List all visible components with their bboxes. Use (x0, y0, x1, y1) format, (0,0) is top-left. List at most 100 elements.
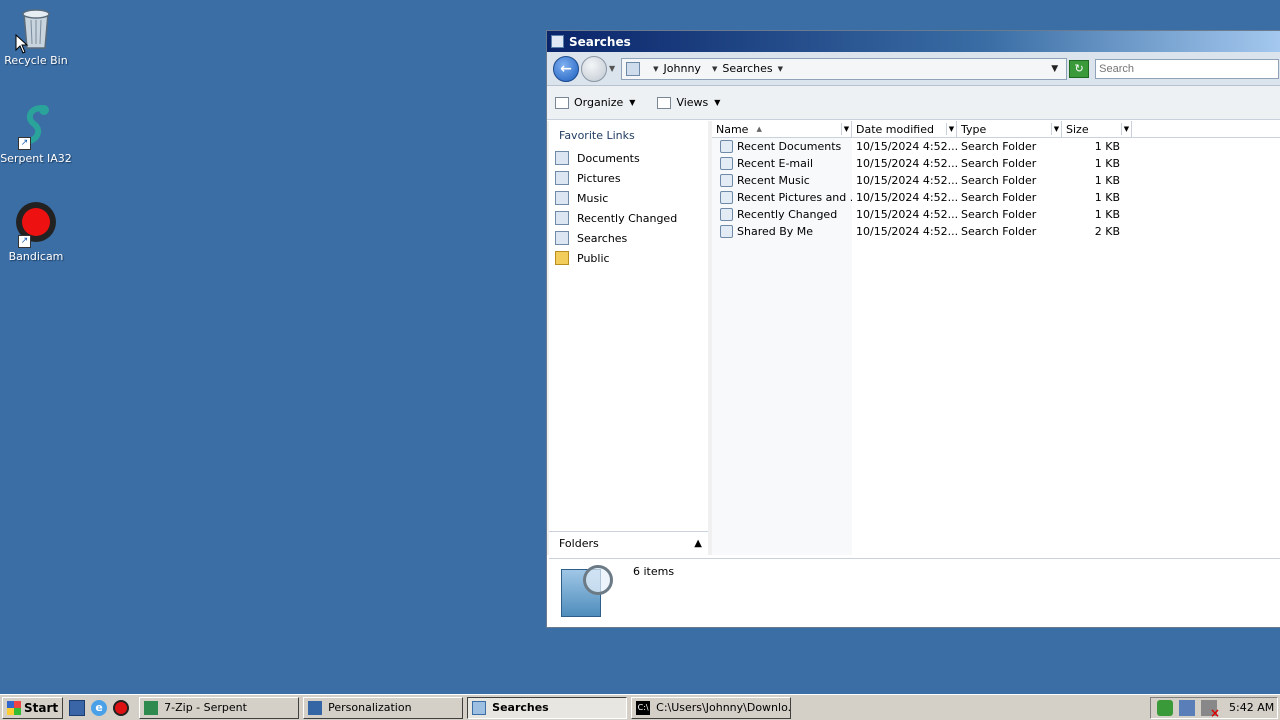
shortcut-arrow-icon: ↗ (18, 235, 31, 248)
title-bar[interactable]: Searches (547, 31, 1280, 52)
favorite-links-heading: Favorite Links (559, 129, 635, 142)
search-folder-icon (720, 157, 733, 170)
address-bar-row: ← ▼ ▼ Johnny ▼ Searches ▼ ▼ ↻ (547, 52, 1280, 86)
column-filter-dropdown[interactable]: ▼ (841, 123, 851, 135)
table-row[interactable]: Recent E-mail 10/15/2024 4:52... Search Fo… (712, 155, 1280, 172)
desktop-icon-label: Bandicam (8, 250, 64, 263)
column-filter-dropdown[interactable]: ▼ (1051, 123, 1061, 135)
system-tray: 5:42 AM (1150, 696, 1278, 720)
window-body: Favorite Links Documents Pictures Music … (547, 121, 1280, 555)
size-cell: 1 KB (1094, 140, 1120, 153)
desktop-icon-label: Serpent IA32 (0, 152, 72, 165)
internet-explorer-icon[interactable]: e (91, 699, 108, 716)
nav-item-pictures[interactable]: Pictures (549, 168, 708, 188)
item-count: 6 items (633, 565, 675, 578)
table-row[interactable]: Recently Changed 10/15/2024 4:52... Search… (712, 206, 1280, 223)
search-folder-icon (720, 140, 733, 153)
personalization-icon (308, 700, 323, 715)
taskbar-button-searches[interactable]: Searches (467, 696, 628, 719)
date-modified-cell: 10/15/2024 4:52... (856, 140, 957, 153)
nav-item-public[interactable]: Public (549, 248, 708, 268)
search-folder-icon (720, 225, 733, 238)
type-cell: Search Folder (961, 208, 1037, 221)
file-name: Recent Pictures and ... (737, 191, 852, 204)
taskbar-button-personalization[interactable]: Personalization (303, 696, 464, 719)
address-bar[interactable]: ▼ Johnny ▼ Searches ▼ ▼ (621, 57, 1068, 80)
nav-item-label: Searches (577, 231, 628, 245)
column-filter-dropdown[interactable]: ▼ (1121, 123, 1131, 135)
start-button[interactable]: Start (2, 696, 64, 719)
breadcrumb-johnny[interactable]: ▼ Johnny (648, 62, 701, 75)
serpent-icon (144, 700, 159, 715)
file-name: Recently Changed (737, 208, 838, 221)
file-list: Name ▲ ▼ Date modified ▼ Type ▼ Size ▼ R… (712, 121, 1280, 555)
column-header-type[interactable]: Type ▼ (957, 121, 1062, 137)
forward-button[interactable] (581, 55, 607, 82)
type-cell: Search Folder (961, 174, 1037, 187)
documents-icon (555, 151, 569, 165)
windows-flag-icon (7, 700, 21, 715)
views-button[interactable]: Views ▼ (657, 96, 720, 109)
taskbar-button-cmd[interactable]: C:\ C:\Users\Johnny\Downlo... (631, 696, 792, 719)
desktop-icon-label: Recycle Bin (4, 54, 68, 67)
back-button[interactable]: ← (553, 55, 579, 82)
start-label: Start (24, 700, 59, 715)
table-row[interactable]: Recent Documents 10/15/2024 4:52... Search… (712, 138, 1280, 155)
searches-icon (555, 231, 569, 245)
desktop-icon-serpent[interactable]: ↗ Serpent IA32 (0, 102, 74, 165)
serpent-icon: ↗ (12, 102, 60, 150)
file-name: Shared By Me (737, 225, 814, 238)
file-name-cell: Shared By Me (712, 225, 852, 238)
refresh-button[interactable]: ↻ (1069, 59, 1090, 78)
taskbar-button-7zip[interactable]: 7-Zip - Serpent (139, 696, 300, 719)
table-row[interactable]: Shared By Me 10/15/2024 4:52... Search Fol… (712, 223, 1280, 240)
nav-item-recently-changed[interactable]: Recently Changed (549, 208, 708, 228)
search-input[interactable] (1095, 58, 1279, 79)
folders-toggle[interactable]: Folders ▲ (549, 531, 708, 555)
chevron-up-icon: ▲ (694, 538, 702, 549)
nav-item-searches[interactable]: Searches (549, 228, 708, 248)
date-modified-cell: 10/15/2024 4:52... (856, 208, 957, 221)
table-row[interactable]: Recent Music 10/15/2024 4:52... Search Fol… (712, 172, 1280, 189)
volume-muted-icon[interactable] (1201, 699, 1220, 720)
table-row[interactable]: Recent Pictures and ... 10/15/2024 4:52..… (712, 189, 1280, 206)
organize-button[interactable]: Organize ▼ (555, 96, 635, 109)
file-name-cell: Recently Changed (712, 208, 852, 221)
security-shield-icon[interactable] (1157, 699, 1173, 716)
date-modified-cell: 10/15/2024 4:52... (856, 157, 957, 170)
desktop-icon-bandicam[interactable]: ↗ Bandicam (0, 200, 74, 263)
show-desktop-icon[interactable] (69, 699, 86, 716)
column-header-date-modified[interactable]: Date modified ▼ (852, 121, 957, 137)
quick-launch: e (69, 699, 135, 716)
file-name-cell: Recent Documents (712, 140, 852, 153)
search-folder-icon (720, 208, 733, 221)
music-icon (555, 191, 569, 205)
type-cell: Search Folder (961, 140, 1037, 153)
bandicam-record-icon[interactable] (113, 699, 130, 716)
column-filter-dropdown[interactable]: ▼ (946, 123, 956, 135)
details-pane: 6 items (549, 558, 1280, 626)
nav-item-label: Pictures (577, 171, 621, 185)
clock[interactable]: 5:42 AM (1229, 701, 1274, 714)
column-header-size[interactable]: Size ▼ (1062, 121, 1132, 137)
window-title: Searches (569, 34, 631, 49)
size-cell: 1 KB (1094, 191, 1120, 204)
recently-changed-icon (555, 211, 569, 225)
file-name: Recent E-mail (737, 157, 814, 170)
file-name: Recent Documents (737, 140, 842, 153)
breadcrumb-label: Johnny (663, 62, 701, 75)
desktop-icon-recycle-bin[interactable]: Recycle Bin (0, 4, 74, 67)
bandicam-icon: ↗ (12, 200, 60, 248)
search-folder-large-icon (557, 563, 613, 621)
pictures-icon (555, 171, 569, 185)
type-cell: Search Folder (961, 225, 1037, 238)
address-dropdown-icon[interactable]: ▼ (1051, 64, 1058, 74)
column-header-name[interactable]: Name ▲ ▼ (712, 121, 852, 137)
network-icon[interactable] (1179, 699, 1195, 716)
recent-pages-dropdown[interactable]: ▼ (609, 64, 615, 73)
nav-item-documents[interactable]: Documents (549, 148, 708, 168)
breadcrumb-searches[interactable]: ▼ Searches ▼ (707, 62, 788, 75)
nav-item-music[interactable]: Music (549, 188, 708, 208)
organize-label: Organize (574, 96, 624, 109)
taskbar-button-label: Searches (492, 701, 549, 714)
